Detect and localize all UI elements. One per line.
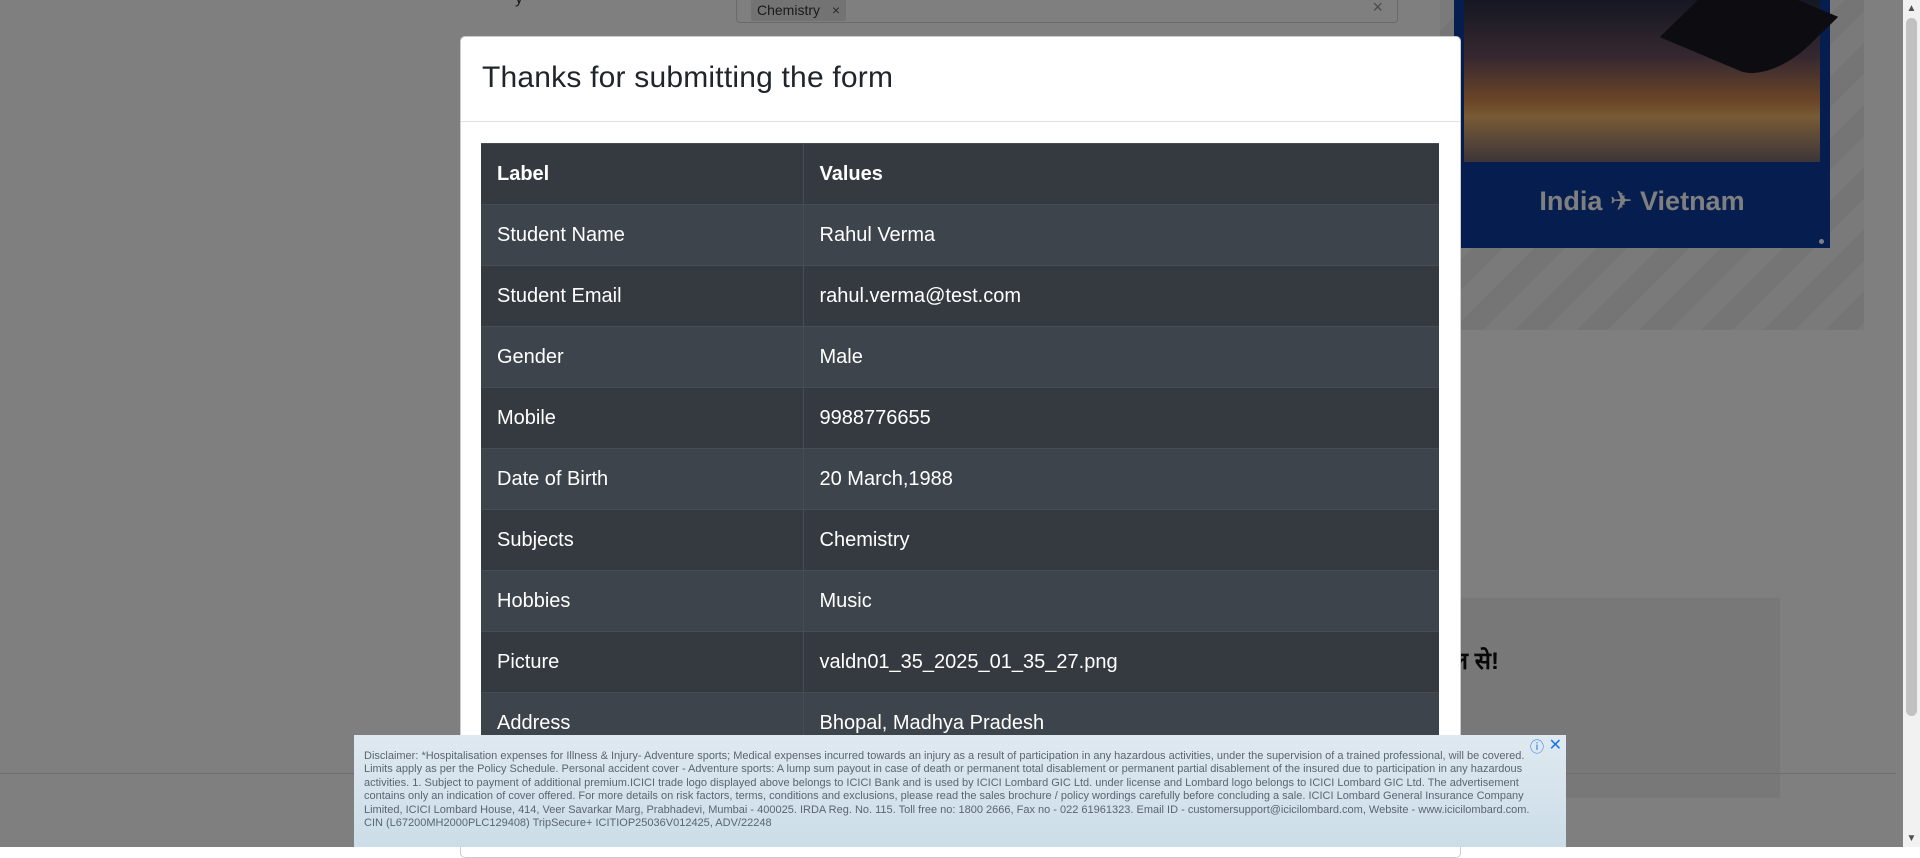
header-values: Values bbox=[803, 143, 1439, 205]
scroll-up-arrow-icon[interactable]: ▲ bbox=[1903, 0, 1920, 17]
row-value: rahul.verma@test.com bbox=[803, 265, 1439, 327]
row-value: Rahul Verma bbox=[803, 204, 1439, 266]
row-label: Gender bbox=[481, 326, 804, 388]
row-label: Student Email bbox=[481, 265, 804, 327]
row-value: Music bbox=[803, 570, 1439, 632]
row-label: Mobile bbox=[481, 387, 804, 449]
table-row: Student Name Rahul Verma bbox=[481, 204, 1439, 266]
table-row: Gender Male bbox=[481, 326, 1439, 388]
results-table: Label Values Student Name Rahul Verma St… bbox=[481, 143, 1439, 754]
ad-close-icon[interactable]: ✕ bbox=[1549, 735, 1562, 755]
row-value: valdn01_35_2025_01_35_27.png bbox=[803, 631, 1439, 693]
row-value: Male bbox=[803, 326, 1439, 388]
row-label: Date of Birth bbox=[481, 448, 804, 510]
ad-info-icon[interactable]: ⓘ bbox=[1530, 737, 1544, 757]
row-value: Chemistry bbox=[803, 509, 1439, 571]
scrollbar-thumb[interactable] bbox=[1906, 18, 1917, 716]
row-value: 9988776655 bbox=[803, 387, 1439, 449]
page-scrollbar[interactable]: ▲ ▼ bbox=[1903, 0, 1920, 847]
table-row: Mobile 9988776655 bbox=[481, 387, 1439, 449]
modal-header: Thanks for submitting the form bbox=[461, 37, 1460, 122]
row-value: 20 March,1988 bbox=[803, 448, 1439, 510]
bottom-advertisement[interactable]: Disclaimer: *Hospitalisation expenses fo… bbox=[354, 735, 1566, 847]
modal-title: Thanks for submitting the form bbox=[482, 61, 894, 94]
row-label: Subjects bbox=[481, 509, 804, 571]
table-row: Student Email rahul.verma@test.com bbox=[481, 265, 1439, 327]
table-row: Hobbies Music bbox=[481, 570, 1439, 632]
table-row: Date of Birth 20 March,1988 bbox=[481, 448, 1439, 510]
table-row: Subjects Chemistry bbox=[481, 509, 1439, 571]
header-label: Label bbox=[481, 143, 804, 205]
ad-disclaimer-text: Disclaimer: *Hospitalisation expenses fo… bbox=[364, 750, 1530, 830]
table-row: Picture valdn01_35_2025_01_35_27.png bbox=[481, 631, 1439, 693]
row-label: Hobbies bbox=[481, 570, 804, 632]
row-label: Picture bbox=[481, 631, 804, 693]
results-table-wrapper: Label Values Student Name Rahul Verma St… bbox=[481, 143, 1439, 754]
table-header-row: Label Values bbox=[481, 143, 1439, 205]
scroll-down-arrow-icon[interactable]: ▼ bbox=[1903, 830, 1920, 847]
row-label: Student Name bbox=[481, 204, 804, 266]
